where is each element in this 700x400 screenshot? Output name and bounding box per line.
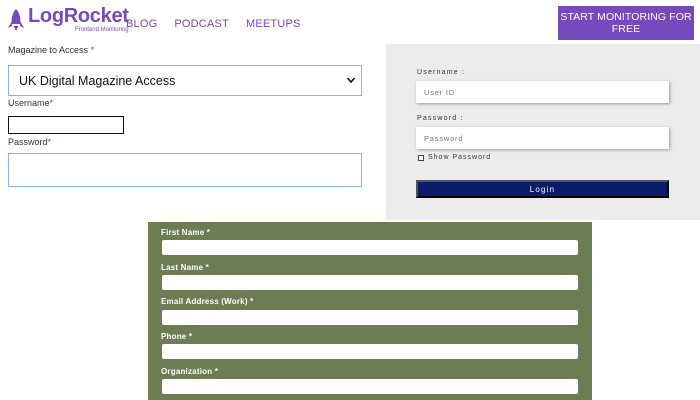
- email-input[interactable]: [162, 310, 578, 325]
- organization-label: Organization *: [161, 367, 219, 376]
- login-button[interactable]: Login: [416, 180, 669, 198]
- magazine-select-value: UK Digital Magazine Access: [19, 73, 176, 88]
- show-password-label: Show Password: [428, 154, 492, 161]
- required-mark: *: [49, 98, 54, 108]
- magazine-label: Magazine to Access *: [8, 45, 95, 55]
- phone-label: Phone *: [161, 332, 193, 341]
- password-input[interactable]: [8, 153, 362, 187]
- logo-wordmark: LogRocket: [28, 5, 129, 27]
- username-input[interactable]: [8, 116, 124, 134]
- nav-podcast[interactable]: PODCAST: [174, 18, 229, 30]
- login-panel: Username : User ID Password : Password S…: [386, 44, 700, 220]
- site-header: LogRocket Frontend Monitoring BLOG PODCA…: [0, 0, 700, 44]
- rocket-icon: [8, 9, 24, 31]
- password-label: Password*: [8, 137, 52, 147]
- chevron-down-icon: [346, 77, 356, 84]
- show-password-row: Show Password: [418, 154, 491, 161]
- last-name-input[interactable]: [162, 275, 578, 290]
- show-password-checkbox[interactable]: [418, 154, 424, 161]
- nav-blog[interactable]: BLOG: [126, 18, 157, 30]
- required-mark: *: [90, 45, 95, 55]
- top-nav: BLOG PODCAST MEETUPS: [126, 18, 318, 30]
- phone-input[interactable]: [162, 344, 578, 359]
- user-id-input[interactable]: User ID: [416, 81, 669, 103]
- contact-form: First Name * Last Name * Email Address (…: [148, 222, 592, 400]
- start-monitoring-button[interactable]: START MONITORING FOR FREE: [558, 6, 694, 40]
- organization-input[interactable]: [162, 379, 578, 394]
- login-password-label: Password :: [417, 115, 464, 122]
- email-label: Email Address (Work) *: [161, 297, 254, 306]
- magazine-select[interactable]: UK Digital Magazine Access: [8, 65, 362, 96]
- required-mark: *: [47, 137, 52, 147]
- logo-subtitle: Frontend Monitoring: [74, 27, 129, 33]
- nav-meetups[interactable]: MEETUPS: [246, 18, 301, 30]
- first-name-label: First Name *: [161, 228, 211, 237]
- login-username-label: Username :: [417, 69, 466, 76]
- login-password-input[interactable]: Password: [416, 127, 669, 149]
- username-label: Username*: [8, 98, 54, 108]
- first-name-input[interactable]: [162, 240, 578, 255]
- last-name-label: Last Name *: [161, 263, 209, 272]
- logrocket-logo[interactable]: LogRocket Frontend Monitoring: [7, 6, 129, 36]
